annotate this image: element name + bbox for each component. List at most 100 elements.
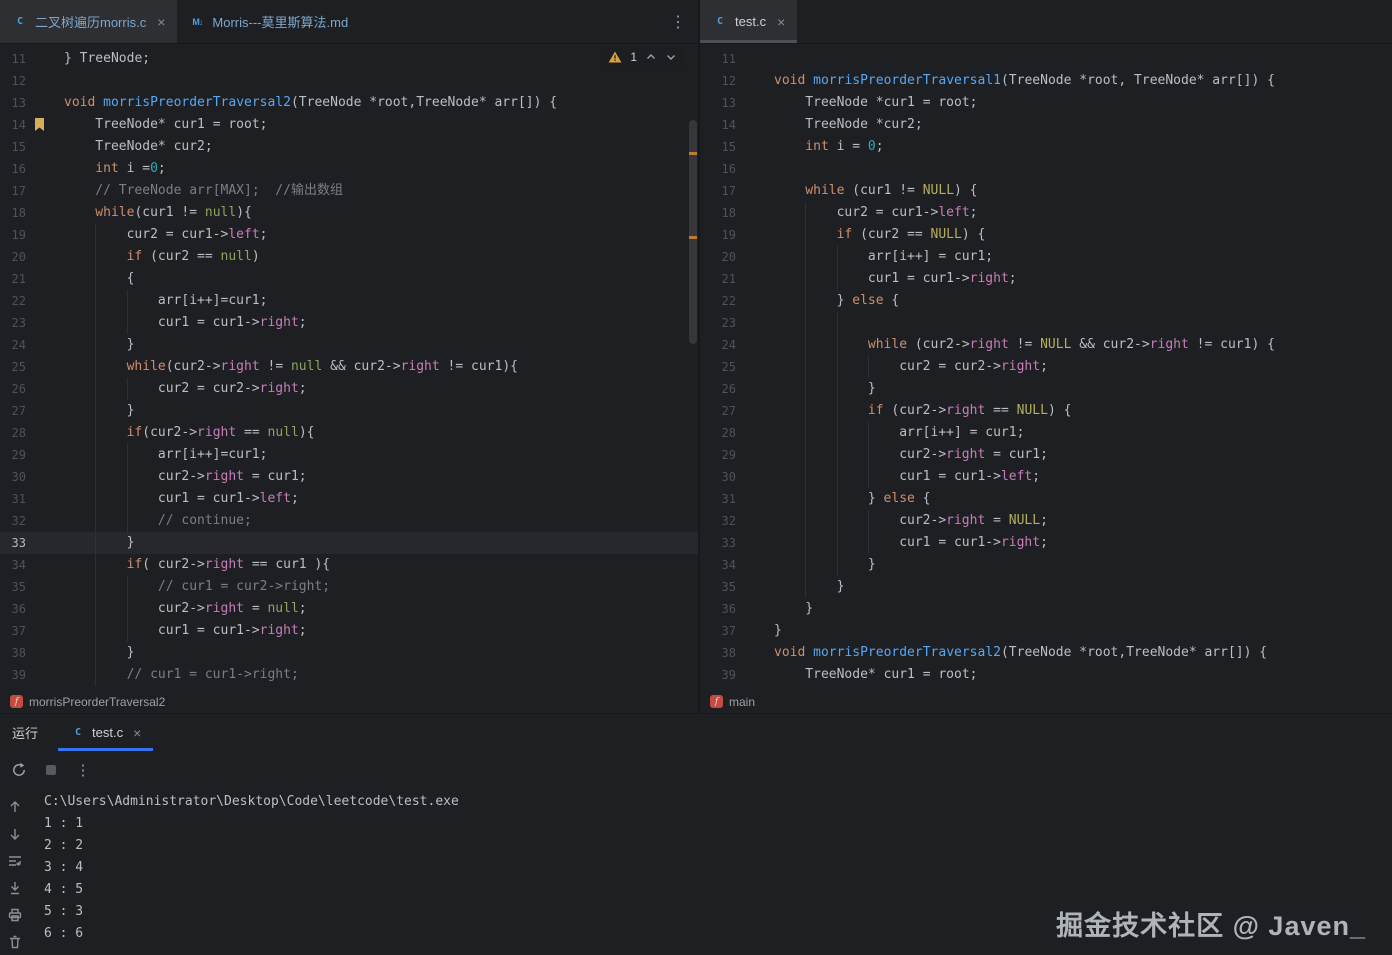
line-number[interactable]: 24 [0,334,26,356]
code-line[interactable]: 23cur1 = cur1->right; [0,312,698,334]
gutter[interactable]: 31 [0,488,64,510]
code-line[interactable]: 18while(cur1 != null){ [0,202,698,224]
gutter[interactable]: 15 [700,136,774,158]
line-number[interactable]: 23 [700,312,736,334]
code-area[interactable]: 1112void morrisPreorderTraversal1(TreeNo… [700,44,1392,690]
soft-wrap-icon[interactable] [7,853,23,869]
line-number[interactable]: 32 [0,510,26,532]
code-line[interactable]: 28arr[i++] = cur1; [700,422,1392,444]
code-line[interactable]: 36cur2->right = null; [0,598,698,620]
gutter[interactable]: 35 [700,576,774,598]
line-number[interactable]: 33 [0,532,26,554]
line-number[interactable]: 37 [0,620,26,642]
line-number[interactable]: 35 [700,576,736,598]
code-line[interactable]: 17while (cur1 != NULL) { [700,180,1392,202]
code-line[interactable]: 13TreeNode *cur1 = root; [700,92,1392,114]
code-line[interactable]: 14TreeNode *cur2; [700,114,1392,136]
code-line[interactable]: 13void morrisPreorderTraversal2(TreeNode… [0,92,698,114]
gutter[interactable]: 16 [0,158,64,180]
line-number[interactable]: 14 [700,114,736,136]
code-line[interactable]: 32// continue; [0,510,698,532]
line-number[interactable]: 39 [0,664,26,686]
line-number[interactable]: 17 [700,180,736,202]
line-number[interactable]: 18 [0,202,26,224]
code-line[interactable]: 35// cur1 = cur2->right; [0,576,698,598]
code-line[interactable]: 19if (cur2 == NULL) { [700,224,1392,246]
gutter[interactable]: 34 [700,554,774,576]
gutter[interactable]: 33 [700,532,774,554]
code-line[interactable]: 33} [0,532,698,554]
code-line[interactable]: 22arr[i++]=cur1; [0,290,698,312]
gutter[interactable]: 22 [0,290,64,312]
code-line[interactable]: 39TreeNode* cur1 = root; [700,664,1392,686]
code-line[interactable]: 14TreeNode* cur1 = root; [0,114,698,136]
line-number[interactable]: 40 [0,686,26,690]
code-line[interactable]: 40TreeNode *cur2; [700,686,1392,690]
gutter[interactable]: 32 [700,510,774,532]
line-number[interactable]: 22 [700,290,736,312]
print-icon[interactable] [7,907,23,923]
code-line[interactable]: 22} else { [700,290,1392,312]
code-line[interactable]: 21cur1 = cur1->right; [700,268,1392,290]
gutter[interactable]: 25 [0,356,64,378]
code-line[interactable]: 20arr[i++] = cur1; [700,246,1392,268]
gutter[interactable]: 20 [700,246,774,268]
line-number[interactable]: 18 [700,202,736,224]
code-line[interactable]: 25cur2 = cur2->right; [700,356,1392,378]
code-line[interactable]: 24while (cur2->right != NULL && cur2->ri… [700,334,1392,356]
gutter[interactable]: 28 [700,422,774,444]
code-line[interactable]: 37cur1 = cur1->right; [0,620,698,642]
line-number[interactable]: 16 [0,158,26,180]
gutter[interactable]: 27 [700,400,774,422]
code-line[interactable]: 33cur1 = cur1->right; [700,532,1392,554]
gutter[interactable]: 29 [0,444,64,466]
breadcrumb[interactable]: main [729,695,755,709]
warning-stripe-mark[interactable] [689,236,697,239]
clear-console-icon[interactable] [7,934,23,950]
tab-morris-c[interactable]: C 二叉树遍历morris.c × [0,0,177,43]
line-number[interactable]: 19 [700,224,736,246]
line-number[interactable]: 21 [700,268,736,290]
code-line[interactable]: 35} [700,576,1392,598]
line-number[interactable]: 25 [700,356,736,378]
gutter[interactable]: 14 [700,114,774,136]
line-number[interactable]: 11 [0,48,26,70]
stop-button[interactable] [42,761,60,779]
line-number[interactable]: 22 [0,290,26,312]
code-line[interactable]: 29cur2->right = cur1; [700,444,1392,466]
more-options-icon[interactable]: ⋮ [670,12,686,32]
line-number[interactable]: 25 [0,356,26,378]
line-number[interactable]: 37 [700,620,736,642]
code-line[interactable]: 18cur2 = cur1->left; [700,202,1392,224]
code-line[interactable]: 19cur2 = cur1->left; [0,224,698,246]
code-line[interactable]: 23 [700,312,1392,334]
gutter[interactable]: 30 [0,466,64,488]
line-number[interactable]: 32 [700,510,736,532]
gutter[interactable]: 27 [0,400,64,422]
line-number[interactable]: 13 [0,92,26,114]
code-line[interactable]: 11} TreeNode; [0,48,698,70]
gutter[interactable]: 15 [0,136,64,158]
bookmark-icon[interactable] [34,118,45,131]
code-line[interactable]: 16int i =0; [0,158,698,180]
line-number[interactable]: 13 [700,92,736,114]
code-line[interactable]: 38} [0,642,698,664]
gutter[interactable]: 39 [0,664,64,686]
line-number[interactable]: 26 [0,378,26,400]
line-number[interactable]: 27 [700,400,736,422]
gutter[interactable]: 21 [0,268,64,290]
gutter[interactable]: 38 [0,642,64,664]
line-number[interactable]: 20 [700,246,736,268]
chevron-down-icon[interactable] [665,51,677,63]
chevron-up-icon[interactable] [645,51,657,63]
breadcrumb[interactable]: morrisPreorderTraversal2 [29,695,165,709]
line-number[interactable]: 19 [0,224,26,246]
line-number[interactable]: 29 [700,444,736,466]
gutter[interactable]: 24 [700,334,774,356]
code-line[interactable]: 17// TreeNode arr[MAX]; //输出数组 [0,180,698,202]
code-line[interactable]: 12void morrisPreorderTraversal1(TreeNode… [700,70,1392,92]
line-number[interactable]: 36 [700,598,736,620]
code-line[interactable]: 11 [700,48,1392,70]
gutter[interactable]: 13 [0,92,64,114]
line-number[interactable]: 20 [0,246,26,268]
